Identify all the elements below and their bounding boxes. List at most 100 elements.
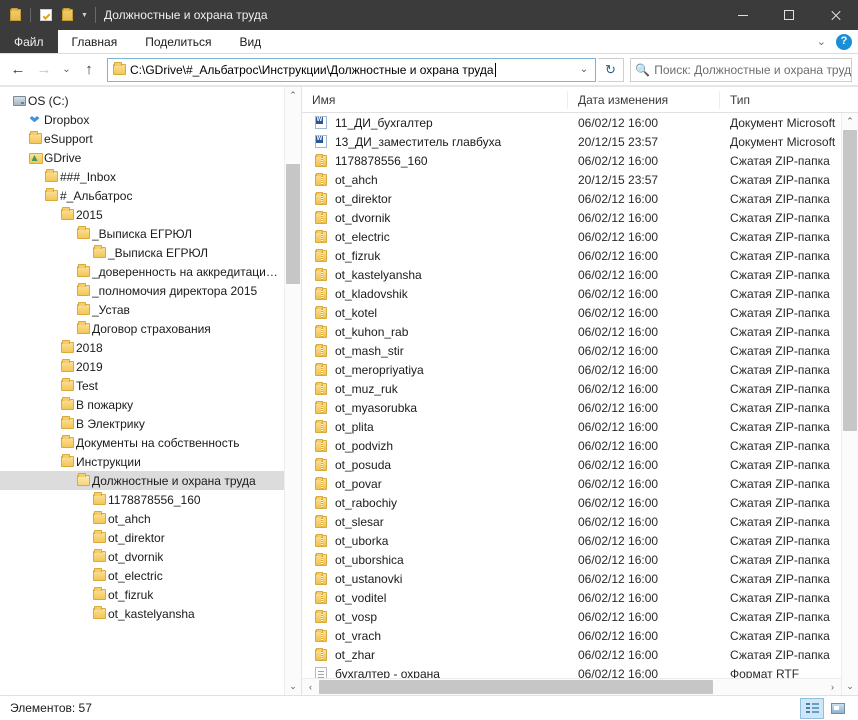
search-box[interactable]: 🔍 Поиск: Должностные и охрана труда (630, 58, 852, 82)
table-row[interactable]: ot_fizruk06/02/12 16:00Сжатая ZIP-папка (302, 246, 841, 265)
tree-item[interactable]: Должностные и охрана труда (0, 471, 284, 490)
table-row[interactable]: ot_myasorubka06/02/12 16:00Сжатая ZIP-па… (302, 398, 841, 417)
tab-view[interactable]: Вид (225, 30, 275, 53)
up-button[interactable]: ↑ (77, 58, 101, 82)
tree-item[interactable]: ###_Inbox (0, 167, 284, 186)
tree-item[interactable]: В пожарку (0, 395, 284, 414)
tree-item[interactable]: ot_dvornik (0, 547, 284, 566)
address-bar[interactable]: C:\GDrive\#_Альбатрос\Инструкции\Должнос… (107, 58, 596, 82)
tree-item[interactable]: 2018 (0, 338, 284, 357)
table-row[interactable]: 1178878556_16006/02/12 16:00Сжатая ZIP-п… (302, 151, 841, 170)
tree-item[interactable]: В Электрику (0, 414, 284, 433)
back-button[interactable]: ← (6, 58, 30, 82)
table-row[interactable]: ot_rabochiy06/02/12 16:00Сжатая ZIP-папк… (302, 493, 841, 512)
tree-item[interactable]: ot_kastelyansha (0, 604, 284, 623)
tree-item[interactable]: 2019 (0, 357, 284, 376)
table-row[interactable]: ot_kastelyansha06/02/12 16:00Сжатая ZIP-… (302, 265, 841, 284)
new-folder-icon[interactable] (58, 5, 76, 25)
forward-button[interactable]: → (32, 58, 56, 82)
maximize-button[interactable] (766, 0, 812, 30)
table-row[interactable]: ot_kuhon_rab06/02/12 16:00Сжатая ZIP-пап… (302, 322, 841, 341)
table-row[interactable]: ot_voditel06/02/12 16:00Сжатая ZIP-папка (302, 588, 841, 607)
column-header-date[interactable]: Дата изменения (568, 91, 720, 109)
scroll-thumb[interactable] (286, 164, 300, 284)
table-row[interactable]: 11_ДИ_бухгалтер06/02/12 16:00Документ Mi… (302, 113, 841, 132)
table-row[interactable]: ot_meropriyatiya06/02/12 16:00Сжатая ZIP… (302, 360, 841, 379)
large-icons-view-button[interactable] (826, 698, 850, 719)
customize-caret-icon[interactable]: ▼ (79, 12, 90, 19)
scroll-up-icon[interactable]: ⌃ (842, 113, 858, 130)
table-row[interactable]: ot_vrach06/02/12 16:00Сжатая ZIP-папка (302, 626, 841, 645)
tree-item[interactable]: _Устав (0, 300, 284, 319)
scroll-thumb-horizontal[interactable] (319, 680, 713, 694)
properties-icon[interactable] (37, 5, 55, 25)
tree-item[interactable]: _доверенность на аккредитацию 2015 (0, 262, 284, 281)
table-row[interactable]: ot_direktor06/02/12 16:00Сжатая ZIP-папк… (302, 189, 841, 208)
tree-item[interactable]: GDrive (0, 148, 284, 167)
table-row[interactable]: ot_posuda06/02/12 16:00Сжатая ZIP-папка (302, 455, 841, 474)
details-view-button[interactable] (800, 698, 824, 719)
tab-file[interactable]: Файл (0, 30, 58, 53)
tab-share[interactable]: Поделиться (131, 30, 225, 53)
tree-item[interactable]: ot_direktor (0, 528, 284, 547)
scroll-track-horizontal[interactable] (319, 679, 824, 695)
tree-item[interactable]: _полномочия директора 2015 (0, 281, 284, 300)
scroll-left-icon[interactable]: ‹ (302, 682, 319, 692)
column-header-name[interactable]: Имя (302, 91, 568, 109)
folder-icon[interactable] (6, 5, 24, 25)
table-row[interactable]: ot_vosp06/02/12 16:00Сжатая ZIP-папка (302, 607, 841, 626)
minimize-button[interactable] (720, 0, 766, 30)
tree-item[interactable]: Договор страхования (0, 319, 284, 338)
tree-item[interactable]: #_Альбатрос (0, 186, 284, 205)
tree-item[interactable]: ot_fizruk (0, 585, 284, 604)
table-row[interactable]: ot_muz_ruk06/02/12 16:00Сжатая ZIP-папка (302, 379, 841, 398)
recent-locations-icon[interactable]: ⌄ (58, 58, 75, 82)
search-input[interactable]: Поиск: Должностные и охрана труда (654, 63, 851, 77)
chevron-down-icon[interactable]: ⌄ (573, 64, 595, 75)
tree-item[interactable]: Инструкции (0, 452, 284, 471)
table-row[interactable]: ot_slesar06/02/12 16:00Сжатая ZIP-папка (302, 512, 841, 531)
table-row[interactable]: ot_zhar06/02/12 16:00Сжатая ZIP-папка (302, 645, 841, 664)
tree-item[interactable]: eSupport (0, 129, 284, 148)
table-row[interactable]: бухгалтер - охрана06/02/12 16:00Формат R… (302, 664, 841, 678)
horizontal-scrollbar[interactable]: ‹ › (302, 678, 841, 695)
tree-item[interactable]: ot_electric (0, 566, 284, 585)
tree-item[interactable]: ot_ahch (0, 509, 284, 528)
table-row[interactable]: ot_podvizh06/02/12 16:00Сжатая ZIP-папка (302, 436, 841, 455)
tree-item[interactable]: 1178878556_160 (0, 490, 284, 509)
table-row[interactable]: ot_uborka06/02/12 16:00Сжатая ZIP-папка (302, 531, 841, 550)
navigation-scrollbar[interactable]: ⌃ ⌄ (284, 87, 301, 695)
table-row[interactable]: ot_dvornik06/02/12 16:00Сжатая ZIP-папка (302, 208, 841, 227)
tree-item[interactable]: OS (C:) (0, 91, 284, 110)
table-row[interactable]: ot_plita06/02/12 16:00Сжатая ZIP-папка (302, 417, 841, 436)
tab-home[interactable]: Главная (58, 30, 132, 53)
table-row[interactable]: ot_ustanovki06/02/12 16:00Сжатая ZIP-пап… (302, 569, 841, 588)
table-row[interactable]: ot_uborshica06/02/12 16:00Сжатая ZIP-пап… (302, 550, 841, 569)
scroll-down-icon[interactable]: ⌄ (285, 678, 301, 695)
scroll-up-icon[interactable]: ⌃ (285, 87, 301, 104)
table-row[interactable]: 13_ДИ_заместитель главбуха20/12/15 23:57… (302, 132, 841, 151)
scroll-thumb[interactable] (843, 130, 857, 431)
scroll-track[interactable] (842, 130, 858, 678)
scroll-right-icon[interactable]: › (824, 682, 841, 692)
table-row[interactable]: ot_mash_stir06/02/12 16:00Сжатая ZIP-пап… (302, 341, 841, 360)
table-row[interactable]: ot_ahch20/12/15 23:57Сжатая ZIP-папка (302, 170, 841, 189)
table-row[interactable]: ot_povar06/02/12 16:00Сжатая ZIP-папка (302, 474, 841, 493)
address-input[interactable]: C:\GDrive\#_Альбатрос\Инструкции\Должнос… (130, 63, 573, 77)
file-list-scrollbar[interactable]: ⌃ ⌄ (841, 113, 858, 695)
tree-item[interactable]: _Выписка ЕГРЮЛ (0, 224, 284, 243)
table-row[interactable]: ot_kladovshik06/02/12 16:00Сжатая ZIP-па… (302, 284, 841, 303)
close-button[interactable] (812, 0, 858, 30)
scroll-down-icon[interactable]: ⌄ (842, 678, 858, 695)
chevron-down-icon[interactable]: ⌄ (812, 35, 831, 48)
tree-item[interactable]: Test (0, 376, 284, 395)
tree-item[interactable]: Документы на собственность (0, 433, 284, 452)
tree-item[interactable]: Dropbox (0, 110, 284, 129)
tree-item[interactable]: _Выписка ЕГРЮЛ (0, 243, 284, 262)
help-icon[interactable]: ? (836, 34, 852, 50)
scroll-track[interactable] (285, 104, 301, 678)
tree-item[interactable]: 2015 (0, 205, 284, 224)
refresh-button[interactable]: ↻ (598, 58, 624, 82)
column-header-type[interactable]: Тип (720, 91, 841, 109)
table-row[interactable]: ot_electric06/02/12 16:00Сжатая ZIP-папк… (302, 227, 841, 246)
